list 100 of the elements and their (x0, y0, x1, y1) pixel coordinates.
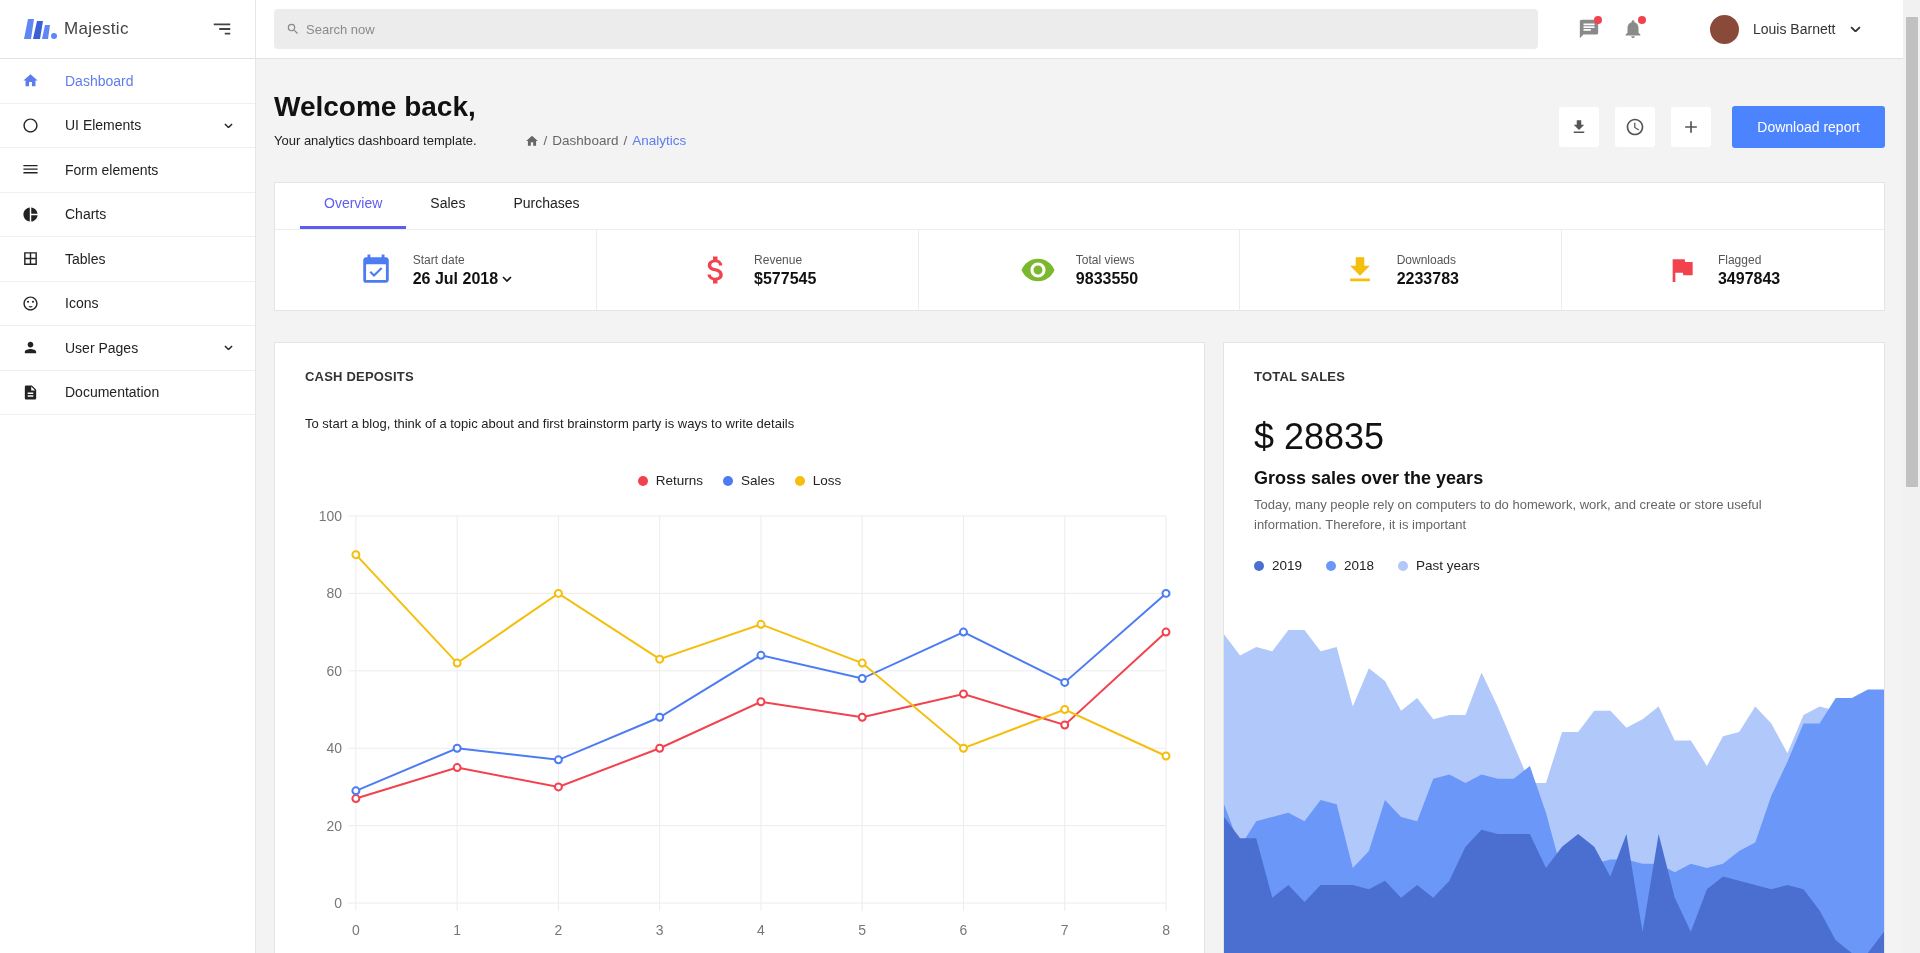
pie-chart-icon (22, 205, 39, 223)
stat-label: Revenue (754, 252, 804, 267)
data-point (452, 763, 462, 773)
clock-button[interactable] (1615, 107, 1656, 147)
sidebar-label: Documentation (65, 384, 161, 401)
tab[interactable]: Sales (406, 182, 490, 229)
tab[interactable]: Purchases (489, 182, 604, 229)
scrollbar-thumb[interactable] (1905, 17, 1918, 487)
x-tick-label: 4 (757, 922, 765, 938)
data-point (857, 712, 867, 722)
data-point (452, 658, 462, 668)
chat-icon[interactable] (1578, 18, 1600, 40)
sidebar-label: Icons (65, 295, 100, 312)
x-tick-label: 3 (655, 922, 664, 938)
data-point (756, 697, 766, 707)
stat-label: Downloads (1396, 252, 1457, 267)
legend-item: 2018 (1326, 558, 1375, 573)
sidebar-item[interactable]: Charts (0, 192, 255, 237)
data-point (959, 743, 968, 753)
brand-name: Majestic (64, 19, 129, 39)
stat-label: Total views (1075, 252, 1136, 267)
data-point (1161, 627, 1171, 637)
data-point (553, 782, 563, 792)
user-menu[interactable]: Louis Barnett (1704, 13, 1867, 45)
x-tick-label: 2 (554, 922, 563, 938)
data-point (1060, 705, 1070, 714)
card-description: To start a blog, think of a topic about and first brainstorm party is ways to write details (305, 416, 796, 431)
breadcrumb-separator: / (623, 133, 628, 148)
search-field[interactable]: Search now (274, 9, 1538, 49)
sidebar-item[interactable]: Tables (0, 237, 255, 282)
card-description: Today, many people rely on computers to do homework, work, and create or store useful information. Therefore, it is important (1254, 496, 1763, 534)
home-icon[interactable] (524, 133, 539, 148)
y-tick-label: 40 (326, 740, 342, 757)
x-tick-label: 7 (1060, 922, 1069, 938)
sidebar-label: UI Elements (65, 117, 143, 134)
data-point (1161, 751, 1171, 761)
legend-item: Sales (723, 473, 775, 488)
y-tick-label: 60 (326, 662, 342, 679)
sidebar-label: User Pages (65, 339, 140, 356)
date-dropdown[interactable]: 26 Jul 2018 (412, 269, 513, 288)
data-point (655, 743, 665, 753)
y-tick-label: 0 (334, 895, 342, 912)
data-point (857, 674, 867, 684)
stat-label: Flagged (1717, 252, 1763, 267)
sidebar-label: Dashboard (65, 72, 135, 89)
data-point (553, 588, 563, 598)
data-point (756, 650, 766, 660)
tab[interactable]: Overview (300, 182, 407, 229)
logo-icon (22, 17, 58, 41)
x-tick-label: 0 (352, 922, 360, 938)
data-point (959, 689, 968, 699)
legend-item: 2019 (1254, 558, 1303, 573)
data-point (553, 755, 563, 765)
sidebar-item[interactable]: Dashboard (0, 59, 255, 104)
sidebar-item[interactable]: User Pages (0, 326, 255, 371)
sidebar-item[interactable]: UI Elements (0, 103, 255, 148)
data-point (1060, 720, 1070, 730)
sidebar-label: Form elements (65, 161, 160, 178)
y-tick-label: 100 (318, 507, 342, 524)
breadcrumb-separator: / (543, 133, 548, 148)
sidebar-label: Tables (65, 250, 107, 267)
legend-item: Loss (794, 473, 842, 488)
breadcrumb-link[interactable]: Dashboard (552, 133, 619, 148)
data-point (655, 654, 665, 664)
card-title: CASH DEPOSITS (305, 369, 415, 384)
data-point (1060, 677, 1070, 687)
y-tick-label: 80 (326, 585, 342, 602)
smiley-icon (22, 294, 39, 312)
sales-amount: $ 28835 (1254, 416, 1386, 458)
data-point (1161, 588, 1171, 598)
chevron-icon (502, 275, 513, 282)
data-point (452, 743, 462, 753)
sidebar-item[interactable]: Form elements (0, 148, 255, 193)
sidebar-label: Charts (65, 206, 108, 223)
sidebar-item[interactable]: Documentation (0, 370, 255, 415)
legend-item: Returns (637, 473, 703, 488)
legend-item: Past years (1398, 558, 1480, 573)
breadcrumb-link[interactable]: Analytics (632, 133, 687, 148)
data-point (756, 619, 766, 629)
y-tick-label: 20 (326, 817, 342, 834)
plus-button[interactable] (1671, 107, 1712, 147)
stat-value: 2233783 (1396, 269, 1459, 288)
sidebar-item[interactable]: Icons (0, 281, 255, 326)
avatar (1710, 14, 1739, 44)
page-subtitle: Your analytics dashboard template. (274, 133, 477, 148)
stat-value: 3497843 (1717, 269, 1781, 288)
download-button[interactable] (1559, 107, 1600, 147)
stat-value: $577545 (754, 269, 817, 288)
x-tick-label: 1 (453, 922, 462, 938)
stat-label: Start date (412, 252, 466, 267)
document-icon (22, 383, 39, 401)
stat-value: 9833550 (1075, 269, 1139, 288)
chevron-icon (1849, 25, 1861, 33)
data-point (857, 658, 867, 668)
page-title: Welcome back, (274, 91, 477, 123)
clock-icon (1625, 117, 1646, 137)
x-tick-label: 6 (959, 922, 968, 938)
x-tick-label: 5 (858, 922, 867, 938)
card-title: TOTAL SALES (1254, 369, 1347, 384)
x-tick-label: 8 (1162, 922, 1170, 938)
